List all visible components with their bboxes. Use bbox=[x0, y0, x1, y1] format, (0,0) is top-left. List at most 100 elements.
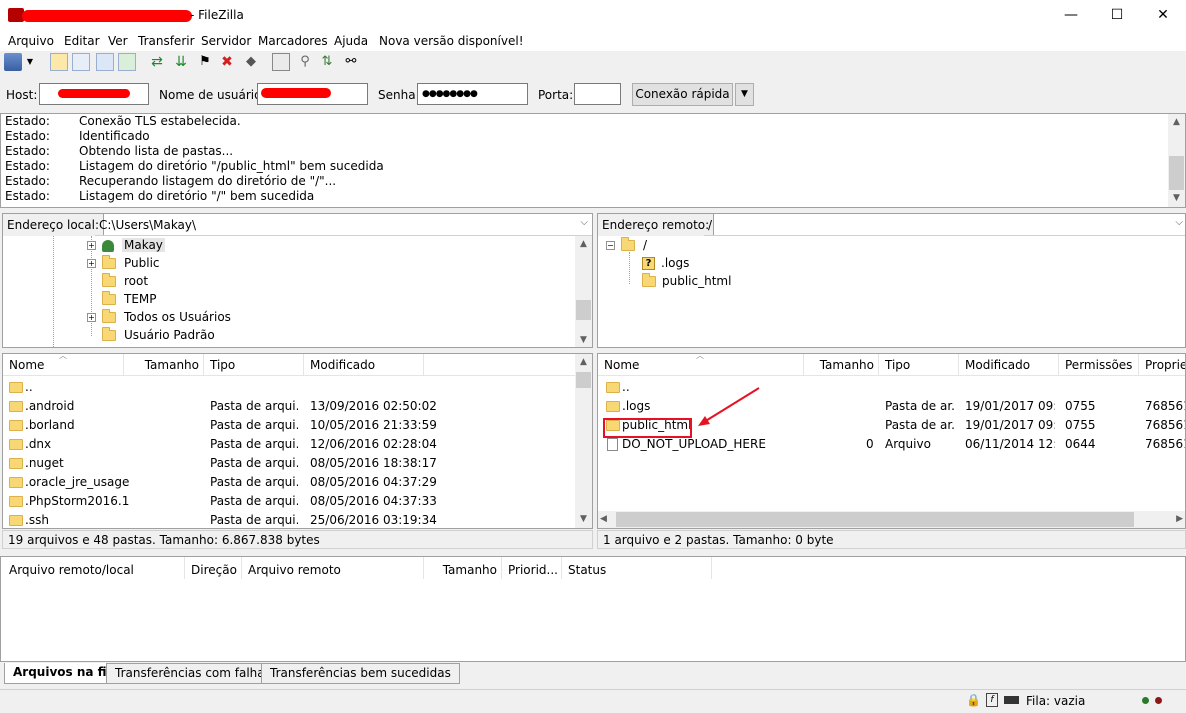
menu-servidor[interactable]: Servidor bbox=[201, 34, 251, 48]
remote-hscrollbar[interactable]: ◀ ▶ bbox=[598, 511, 1185, 528]
stop-icon[interactable]: ⚑ bbox=[196, 53, 214, 71]
tree-item-root[interactable]: root bbox=[102, 273, 148, 292]
scroll-right-icon[interactable]: ▶ bbox=[1176, 511, 1183, 528]
chevron-down-icon[interactable]: ▼ bbox=[24, 53, 36, 71]
chevron-down-icon[interactable]: ⌵ bbox=[580, 217, 588, 228]
col-arquivo-local[interactable]: Arquivo remoto/local bbox=[3, 557, 185, 579]
menu-marcadores[interactable]: Marcadores bbox=[258, 34, 328, 48]
cancel-icon[interactable]: ✖ bbox=[218, 53, 236, 71]
file-row[interactable]: .dnx Pasta de arqui... 12/06/2016 02:28:04 bbox=[3, 435, 592, 454]
file-type: Pasta de arqui... bbox=[210, 494, 298, 508]
local-tree-scrollbar[interactable]: ▲ ▼ bbox=[575, 236, 592, 347]
col-tamanho[interactable]: Tamanho bbox=[424, 557, 502, 579]
col-modificado[interactable]: Modificado bbox=[959, 354, 1059, 376]
local-tree-scroll-thumb[interactable] bbox=[576, 300, 591, 320]
scroll-down-icon[interactable]: ▼ bbox=[1168, 190, 1185, 207]
search-icon[interactable]: ⚯ bbox=[342, 53, 360, 71]
log-scroll-thumb[interactable] bbox=[1169, 156, 1184, 190]
file-row[interactable]: .ssh Pasta de arqui... 25/06/2016 03:19:34 bbox=[3, 511, 592, 528]
tree-item-label: Public bbox=[124, 256, 160, 270]
scroll-up-icon[interactable]: ▲ bbox=[575, 236, 592, 253]
site-manager-icon[interactable] bbox=[4, 53, 22, 71]
file-row[interactable]: .. bbox=[598, 378, 1185, 397]
remote-address-input[interactable]: / ⌵ bbox=[704, 214, 1185, 236]
expand-icon[interactable]: + bbox=[87, 259, 96, 268]
menu-ajuda[interactable]: Ajuda bbox=[334, 34, 368, 48]
process-queue-icon[interactable]: ⇊ bbox=[172, 53, 190, 71]
scroll-up-icon[interactable]: ▲ bbox=[1168, 114, 1185, 131]
col-modificado[interactable]: Modificado bbox=[304, 354, 424, 376]
toggle-remote-tree-icon[interactable] bbox=[96, 53, 114, 71]
scroll-left-icon[interactable]: ◀ bbox=[600, 511, 607, 528]
host-input[interactable] bbox=[39, 83, 149, 105]
chevron-down-icon[interactable]: ⌵ bbox=[1175, 217, 1183, 228]
directory-comparison-icon[interactable] bbox=[272, 53, 290, 71]
toggle-local-tree-icon[interactable] bbox=[72, 53, 90, 71]
col-tamanho[interactable]: Tamanho bbox=[124, 354, 204, 376]
col-tamanho[interactable]: Tamanho bbox=[804, 354, 879, 376]
remote-address-value: / bbox=[708, 218, 713, 232]
col-arquivo-remoto[interactable]: Arquivo remoto bbox=[242, 557, 424, 579]
col-direcao[interactable]: Direção bbox=[185, 557, 242, 579]
tree-item-padrao[interactable]: Usuário Padrão bbox=[102, 327, 215, 346]
log-scrollbar[interactable]: ▲ ▼ bbox=[1168, 114, 1185, 207]
scroll-down-icon[interactable]: ▼ bbox=[575, 511, 592, 528]
toggle-log-icon[interactable] bbox=[50, 53, 68, 71]
minimize-button[interactable]: — bbox=[1048, 0, 1094, 31]
local-address-label: Endereço local: bbox=[3, 214, 104, 236]
scroll-up-icon[interactable]: ▲ bbox=[575, 354, 592, 371]
expand-icon[interactable]: + bbox=[87, 241, 96, 250]
collapse-icon[interactable]: − bbox=[606, 241, 615, 250]
col-tipo[interactable]: Tipo bbox=[204, 354, 304, 376]
refresh-icon[interactable]: ⇄ bbox=[148, 53, 166, 71]
tab-successful-transfers[interactable]: Transferências bem sucedidas bbox=[261, 663, 460, 684]
file-row[interactable]: .borland Pasta de arqui... 10/05/2016 21:3… bbox=[3, 416, 592, 435]
col-permissoes[interactable]: Permissões bbox=[1059, 354, 1139, 376]
tab-failed-transfers[interactable]: Transferências com falha bbox=[106, 663, 274, 684]
file-row[interactable]: DO_NOT_UPLOAD_HERE 0 Arquivo 06/11/2014 12:… bbox=[598, 435, 1185, 454]
menu-new-version[interactable]: Nova versão disponível! bbox=[379, 34, 524, 48]
sync-browsing-icon[interactable]: ⇅ bbox=[318, 53, 336, 71]
menu-ver[interactable]: Ver bbox=[108, 34, 128, 48]
remote-tree-root[interactable]: − / bbox=[606, 237, 647, 256]
col-tipo[interactable]: Tipo bbox=[879, 354, 959, 376]
port-input[interactable] bbox=[574, 83, 621, 105]
file-row[interactable]: .android Pasta de arqui... 13/09/2016 02:5… bbox=[3, 397, 592, 416]
maximize-button[interactable]: ☐ bbox=[1094, 0, 1140, 31]
local-list-scrollbar[interactable]: ▲ ▼ bbox=[575, 354, 592, 528]
local-address-input[interactable]: C:\Users\Makay\ ⌵ bbox=[95, 214, 592, 236]
file-row[interactable]: .oracle_jre_usage Pasta de arqui... 08/05/… bbox=[3, 473, 592, 492]
menu-arquivo[interactable]: Arquivo bbox=[8, 34, 54, 48]
file-row[interactable]: .logs Pasta de ar... 19/01/2017 09:... 0755… bbox=[598, 397, 1185, 416]
file-row[interactable]: .PhpStorm2016.1 Pasta de arqui... 08/05/20… bbox=[3, 492, 592, 511]
close-button[interactable]: ✕ bbox=[1140, 0, 1186, 31]
tree-item-temp[interactable]: TEMP bbox=[102, 291, 157, 310]
file-type: Pasta de arqui... bbox=[210, 437, 298, 451]
remote-tree-logs[interactable]: ? .logs bbox=[642, 256, 689, 274]
expand-icon[interactable]: + bbox=[87, 313, 96, 322]
toggle-queue-icon[interactable] bbox=[118, 53, 136, 71]
remote-list-header: Nome ︿ Tamanho Tipo Modificado Permissõe… bbox=[598, 354, 1185, 376]
tree-item-todos[interactable]: + Todos os Usuários bbox=[87, 309, 231, 328]
col-prioridade[interactable]: Priorid... bbox=[502, 557, 562, 579]
file-row[interactable]: .. bbox=[3, 378, 592, 397]
reconnect-icon[interactable]: ◆ bbox=[242, 53, 260, 71]
username-input[interactable] bbox=[257, 83, 368, 105]
local-list-scroll-thumb[interactable] bbox=[576, 372, 591, 388]
col-proprietario[interactable]: Proprie bbox=[1139, 354, 1185, 376]
file-name: .ssh bbox=[25, 513, 49, 527]
quickconnect-dropdown[interactable]: ▼ bbox=[735, 83, 754, 106]
quickconnect-button[interactable]: Conexão rápida bbox=[632, 83, 733, 106]
password-input[interactable]: ●●●●●●●● bbox=[417, 83, 528, 105]
scroll-down-icon[interactable]: ▼ bbox=[575, 332, 592, 347]
file-row[interactable]: .nuget Pasta de arqui... 08/05/2016 18:38:… bbox=[3, 454, 592, 473]
file-permissions: 0755 bbox=[1065, 418, 1096, 432]
remote-tree-public-html[interactable]: public_html bbox=[642, 273, 731, 292]
filter-icon[interactable]: ⚲ bbox=[296, 53, 314, 71]
tree-item-makay[interactable]: + Makay bbox=[87, 238, 165, 256]
menu-editar[interactable]: Editar bbox=[64, 34, 100, 48]
remote-hscroll-thumb[interactable] bbox=[616, 512, 1134, 527]
menu-transferir[interactable]: Transferir bbox=[138, 34, 195, 48]
tree-item-public[interactable]: + Public bbox=[87, 255, 160, 274]
col-status[interactable]: Status bbox=[562, 557, 712, 579]
